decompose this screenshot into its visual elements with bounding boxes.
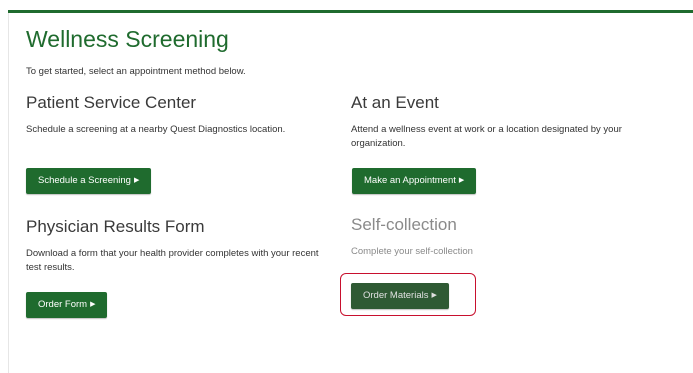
button-label: Schedule a Screening <box>38 175 131 186</box>
card-title: At an Event <box>351 93 439 112</box>
card-description: Download a form that your health provide… <box>26 248 319 273</box>
intro-text: To get started, select an appointment me… <box>26 66 246 77</box>
card-self-collection: Self-collection Complete your self-colle… <box>351 215 661 259</box>
triangle-right-icon: ▶ <box>90 301 96 308</box>
card-title: Self-collection <box>351 215 457 234</box>
card-title: Patient Service Center <box>26 93 197 112</box>
card-physician-results-form: Physician Results Form Download a form t… <box>26 217 336 275</box>
card-description: Attend a wellness event at work or a loc… <box>351 124 622 149</box>
wellness-screening-page: Wellness Screening To get started, selec… <box>0 0 693 373</box>
content-left-border <box>8 13 9 373</box>
order-form-button[interactable]: Order Form ▶ <box>26 292 108 318</box>
button-label: Order Form <box>38 299 88 310</box>
make-appointment-button[interactable]: Make an Appointment ▶ <box>352 168 477 194</box>
card-title: Physician Results Form <box>26 217 205 236</box>
card-at-an-event: At an Event Attend a wellness event at w… <box>351 93 661 151</box>
top-accent-bar <box>8 10 693 13</box>
button-label: Order Materials <box>363 290 429 301</box>
card-description: Complete your self-collection <box>351 246 473 257</box>
card-description: Schedule a screening at a nearby Quest D… <box>26 124 286 135</box>
schedule-screening-button[interactable]: Schedule a Screening ▶ <box>26 168 152 194</box>
triangle-right-icon: ▶ <box>458 177 465 184</box>
page-title: Wellness Screening <box>26 26 229 52</box>
triangle-right-icon: ▶ <box>431 292 437 299</box>
order-materials-button[interactable]: Order Materials ▶ <box>351 283 449 309</box>
button-label: Make an Appointment <box>364 175 456 186</box>
card-patient-service-center: Patient Service Center Schedule a screen… <box>26 93 336 137</box>
triangle-right-icon: ▶ <box>133 177 140 184</box>
